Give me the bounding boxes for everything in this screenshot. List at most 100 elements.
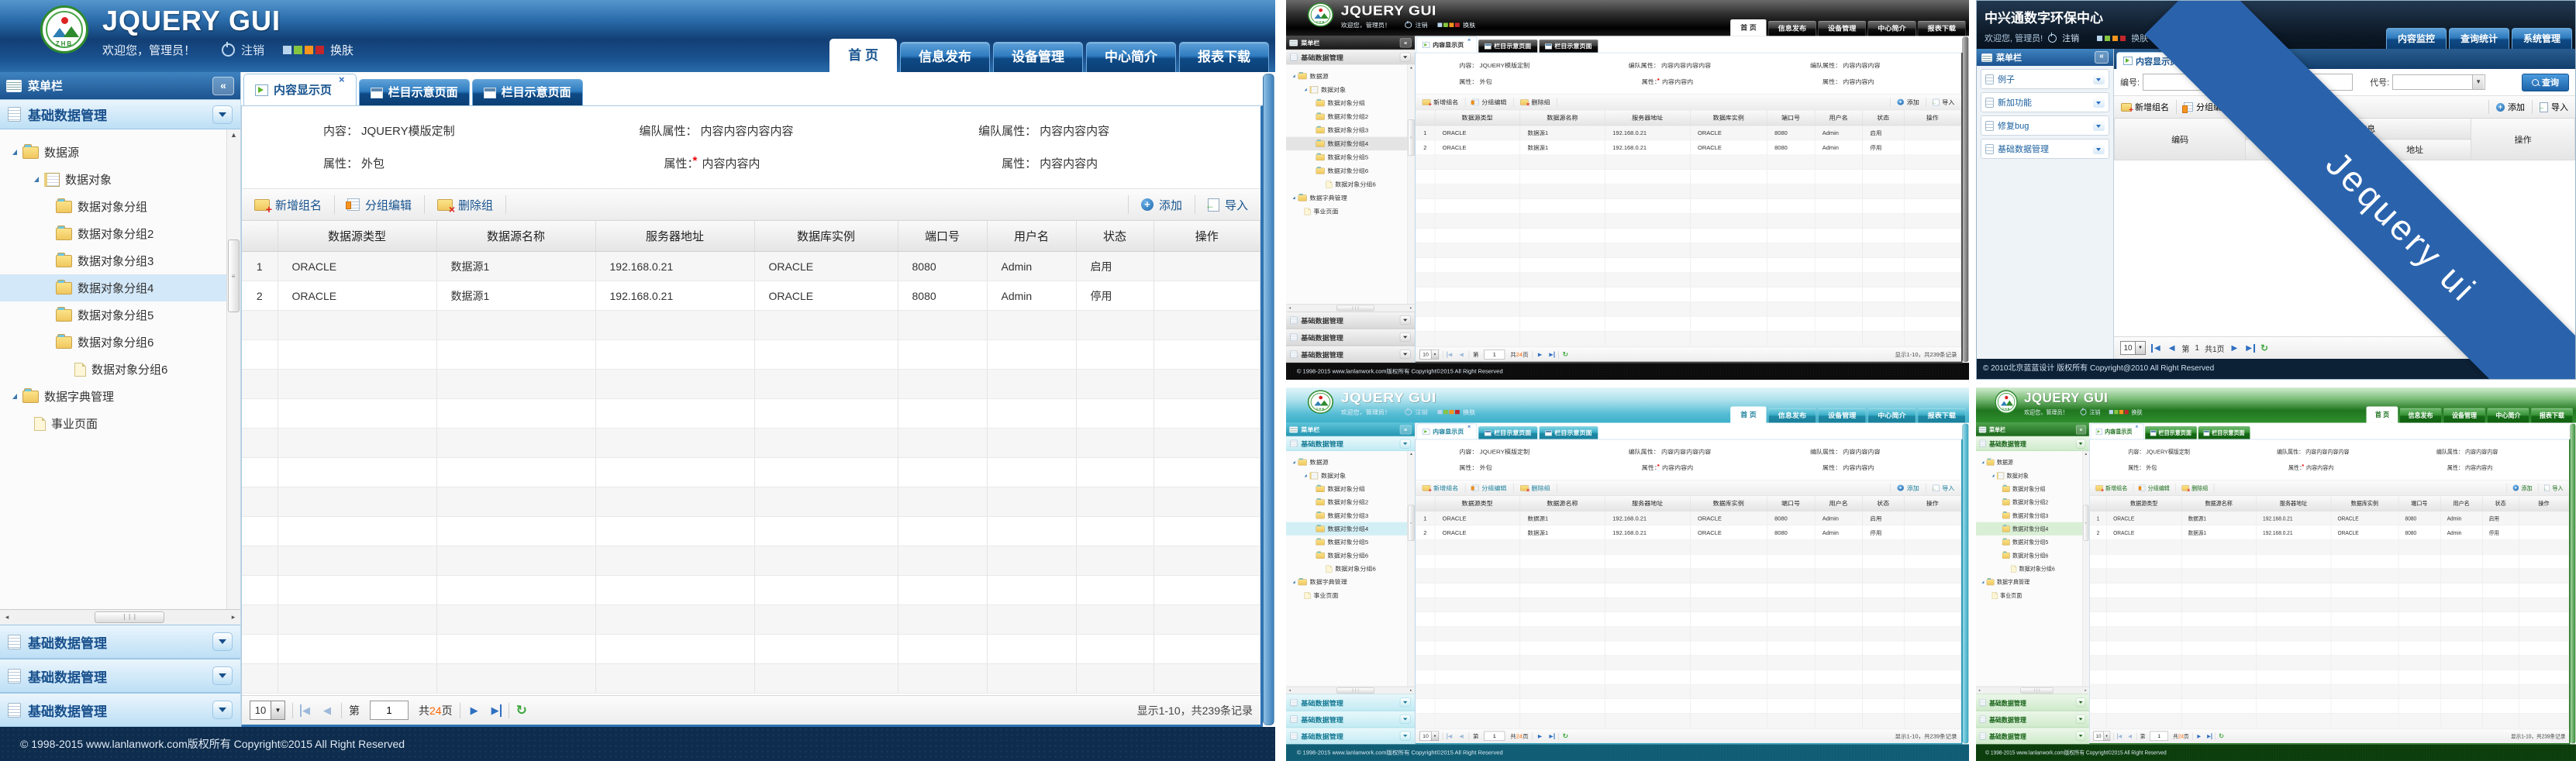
table-row[interactable]: 1ORACLE数据源1192.168.0.21ORACLE8080Admin启用 [2090, 511, 2569, 525]
table-row[interactable]: 1ORACLE数据源1192.168.0.21ORACLE8080Admin启用 [1416, 511, 1961, 525]
dropdown-arrow-icon[interactable]: ▼ [2135, 342, 2145, 354]
expand-icon[interactable] [34, 177, 39, 182]
tree-item[interactable]: 数据字典管理 [1976, 575, 2082, 588]
chevron-down-button[interactable] [1400, 53, 1411, 62]
scroll-left-icon[interactable]: ◂ [1286, 306, 1294, 310]
skin-swatch-1[interactable] [2114, 410, 2118, 414]
tree-item[interactable]: 数据对象 [1286, 83, 1407, 96]
tree-item[interactable]: 数据对象分组6 [1286, 177, 1407, 191]
accordion-header-active[interactable]: 基础数据管理 [1286, 50, 1415, 64]
edit-group-button[interactable]: 分组编辑 [2133, 484, 2176, 493]
skin-swatch-2[interactable] [305, 46, 313, 54]
sidebar-item-0[interactable]: 例子 [1981, 69, 2109, 89]
page-input[interactable] [1484, 732, 1505, 741]
tree-item[interactable]: 数据对象分组4 [1976, 522, 2082, 535]
accordion-header-2[interactable]: 基础数据管理 [1286, 346, 1415, 363]
dropdown-arrow-icon[interactable]: ▼ [2103, 732, 2109, 740]
skin-swatch-1[interactable] [1443, 410, 1448, 414]
tree-item[interactable]: 数据对象分组 [1286, 96, 1407, 109]
scroll-thumb[interactable]: ≡ [1408, 505, 1414, 541]
content-tab-0[interactable]: 内容显示页× [1416, 36, 1477, 52]
next-page-button[interactable]: ▶ [2230, 344, 2240, 353]
nav-tab-1[interactable]: 信息发布 [2399, 408, 2442, 423]
delete-group-button[interactable]: 删除组 [2176, 484, 2214, 493]
logout-link[interactable]: 注销 [241, 42, 264, 58]
nav-tab-2[interactable]: 设备管理 [1818, 21, 1866, 36]
first-page-button[interactable]: ◀ [1447, 733, 1454, 739]
skin-swatch-0[interactable] [283, 46, 291, 54]
sidebar-item-2[interactable]: 修复bug [1981, 115, 2109, 136]
scroll-track[interactable]: ❘❘❘ [1982, 687, 2082, 694]
skin-swatch-0[interactable] [1438, 22, 1443, 26]
refresh-icon[interactable]: ↻ [2219, 732, 2224, 740]
nav-tab-1[interactable]: 信息发布 [1768, 21, 1816, 36]
last-page-button[interactable]: ▶ [2205, 733, 2212, 739]
search-button[interactable]: 查询 [2522, 74, 2569, 91]
tree-item[interactable]: 数据对象分组4 [1286, 137, 1407, 150]
expand-icon[interactable] [1992, 474, 1995, 477]
next-page-button[interactable]: ▶ [2196, 733, 2202, 739]
tree-item[interactable]: 数据对象 [1976, 469, 2082, 482]
nav-tab-2[interactable]: 设备管理 [1818, 408, 1866, 423]
content-tab-2[interactable]: 栏目示意页面 [1539, 426, 1598, 439]
tree-item[interactable]: 数据对象分组 [1976, 482, 2082, 495]
tree-item[interactable]: 数据对象分组6 [1286, 549, 1407, 562]
accordion-header-0[interactable]: 基础数据管理 [0, 625, 240, 659]
chevron-down-button[interactable] [1400, 439, 1411, 449]
first-page-button[interactable]: ◀ [2117, 733, 2123, 739]
prev-page-button[interactable]: ◀ [2126, 733, 2133, 739]
skin-swatch-3[interactable] [1455, 22, 1460, 26]
scroll-right-icon[interactable]: ▸ [1407, 688, 1415, 692]
last-page-button[interactable]: ▶ [2244, 344, 2255, 353]
edit-group-button[interactable]: 分组编辑 [1465, 98, 1513, 107]
skin-swatch-3[interactable] [2125, 410, 2129, 414]
add-group-button[interactable]: 新增组名 [2114, 100, 2177, 114]
add-group-button[interactable]: 新增组名 [242, 195, 335, 214]
sidebar-item-3[interactable]: 基础数据管理 [1981, 139, 2109, 159]
content-tab-0[interactable]: 内容显示页× [2091, 424, 2144, 439]
tree-item[interactable]: 数据对象分组6 [0, 356, 226, 383]
skin-label[interactable]: 换肤 [1463, 408, 1475, 416]
delete-group-button[interactable]: 删除组 [425, 195, 506, 214]
tree-item[interactable]: 数据对象 [1286, 469, 1407, 482]
tree-item[interactable]: 数据对象分组2 [1286, 110, 1407, 123]
skin-label[interactable]: 换肤 [330, 42, 353, 58]
tree-scrollbar[interactable]: ▲≡ [1407, 64, 1415, 304]
content-tab-2[interactable]: 栏目示意页面 [1539, 40, 1598, 53]
scroll-up-icon[interactable]: ▲ [1409, 452, 1413, 456]
nav-tab-3[interactable]: 中心简介 [1086, 42, 1176, 72]
expand-icon[interactable] [1982, 461, 1985, 463]
content-tab-1[interactable]: 栏目示意页面 [2145, 426, 2197, 439]
horizontal-scrollbar[interactable]: ◂❘❘❘▸ [1286, 687, 1415, 694]
nav-tab-4[interactable]: 报表下载 [1918, 21, 1966, 36]
scroll-track[interactable]: ❘❘❘ [14, 610, 226, 625]
chevron-down-button[interactable] [1400, 350, 1411, 359]
nav-tab-0[interactable]: 首 页 [829, 39, 897, 72]
page-size-select[interactable]: 10▼ [250, 701, 285, 720]
import-button[interactable]: 导入 [1926, 484, 1961, 493]
tree-item[interactable]: 数据对象分组6 [1286, 562, 1407, 575]
page-size-select[interactable]: 10▼ [1419, 350, 1439, 359]
collapse-button[interactable]: « [212, 77, 234, 95]
accordion-header-1[interactable]: 基础数据管理 [1976, 711, 2089, 728]
prev-page-button[interactable]: ◀ [1457, 733, 1465, 739]
page-input[interactable] [370, 701, 409, 720]
horizontal-scrollbar[interactable]: ◂❘❘❘▸ [0, 609, 240, 625]
last-page-button[interactable]: ▶ [1547, 351, 1554, 357]
nav-tab-4[interactable]: 报表下载 [1918, 408, 1966, 423]
nav-tab-2[interactable]: 设备管理 [2443, 408, 2486, 423]
dropdown-arrow-icon[interactable]: ▼ [1431, 350, 1439, 359]
nav-tab-0[interactable]: 首 页 [1730, 407, 1766, 423]
accordion-header-active[interactable]: 基础数据管理 [1976, 436, 2089, 451]
nav-tab-1[interactable]: 信息发布 [900, 42, 990, 72]
scroll-thumb[interactable]: ≡ [2083, 505, 2088, 541]
first-page-button[interactable]: ◀ [2151, 344, 2162, 353]
tree-item[interactable]: 数据对象分组3 [1976, 509, 2082, 522]
chevron-down-button[interactable] [1400, 697, 1411, 707]
expand-icon[interactable] [1293, 74, 1295, 77]
accordion-header-1[interactable]: 基础数据管理 [0, 659, 240, 693]
content-tab-0[interactable]: 内容显示页× [243, 74, 357, 105]
content-tab-1[interactable]: 栏目示意页面 [359, 79, 470, 105]
tree-item[interactable]: 数据字典管理 [1286, 191, 1407, 205]
expand-icon[interactable] [1293, 580, 1295, 583]
